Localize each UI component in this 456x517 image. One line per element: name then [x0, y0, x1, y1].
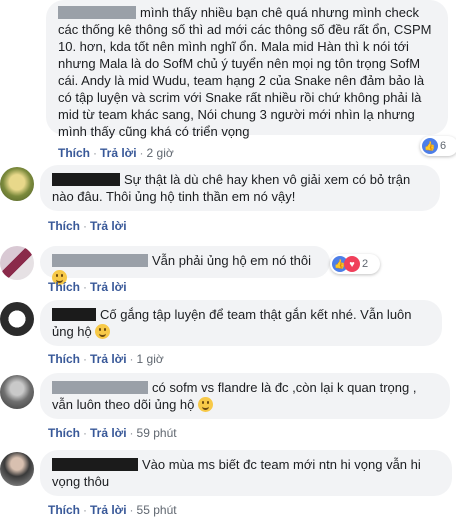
like-link[interactable]: Thích: [48, 219, 80, 233]
timestamp[interactable]: 59 phút: [137, 426, 177, 440]
avatar[interactable]: [0, 375, 34, 409]
author-name-redacted[interactable]: [52, 381, 148, 394]
comment-actions: Thích · Trả lời · 2 giờ: [58, 146, 174, 160]
avatar[interactable]: [0, 167, 34, 201]
reply-link[interactable]: Trả lời: [90, 219, 127, 233]
like-link[interactable]: Thích: [48, 280, 80, 294]
timestamp[interactable]: 1 giờ: [137, 352, 164, 366]
comment-text: Vẫn phải ủng hộ em nó thôi: [152, 253, 312, 268]
reaction-summary[interactable]: 👍 ♥ 2: [330, 254, 380, 274]
reaction-count: 2: [362, 258, 369, 270]
avatar[interactable]: [0, 246, 34, 280]
reply-link[interactable]: Trả lời: [90, 426, 127, 440]
like-link[interactable]: Thích: [48, 352, 80, 366]
comment-bubble: Sự thật là dù chê hay khen vô giải xem c…: [40, 165, 440, 211]
like-link[interactable]: Thích: [58, 146, 90, 160]
timestamp[interactable]: 2 giờ: [147, 146, 174, 160]
love-reaction-icon: ♥: [344, 256, 360, 272]
reaction-summary[interactable]: 👍 6: [420, 136, 456, 156]
smile-emoji-icon: [95, 324, 111, 339]
comment-actions: Thích · Trả lời: [48, 219, 127, 233]
reply-link[interactable]: Trả lời: [90, 352, 127, 366]
comment-bubble: Vẫn phải ủng hộ em nó thôi: [40, 246, 330, 285]
avatar[interactable]: [0, 302, 34, 336]
like-link[interactable]: Thích: [48, 426, 80, 440]
reply-link[interactable]: Trả lời: [100, 146, 137, 160]
comment-bubble: mình thấy nhiều bạn chê quá nhưng mình c…: [46, 0, 448, 139]
like-reaction-icon: 👍: [422, 138, 438, 154]
author-name-redacted[interactable]: [52, 308, 96, 321]
comment-bubble: có sofm vs flandre là đc ,còn lại k quan…: [40, 373, 450, 419]
author-name-redacted[interactable]: [52, 458, 138, 471]
author-name-redacted[interactable]: [52, 254, 148, 267]
author-name-redacted[interactable]: [52, 173, 120, 186]
comment-text: mình thấy nhiều bạn chê quá nhưng mình c…: [58, 5, 432, 139]
comment-actions: Thích · Trả lời · 59 phút: [48, 426, 177, 440]
avatar[interactable]: [0, 452, 34, 486]
reply-link[interactable]: Trả lời: [90, 280, 127, 294]
reaction-count: 6: [440, 140, 447, 152]
comment-actions: Thích · Trả lời · 1 giờ: [48, 352, 164, 366]
comment-bubble: Cố gắng tập luyện để team thật gắn kết n…: [40, 300, 442, 346]
comment-bubble: Vào mùa ms biết đc team mới ntn hi vọng …: [40, 450, 452, 496]
comment-actions: Thích · Trả lời: [48, 280, 127, 294]
author-name-redacted[interactable]: [58, 6, 136, 19]
smile-emoji-icon: [198, 397, 214, 412]
